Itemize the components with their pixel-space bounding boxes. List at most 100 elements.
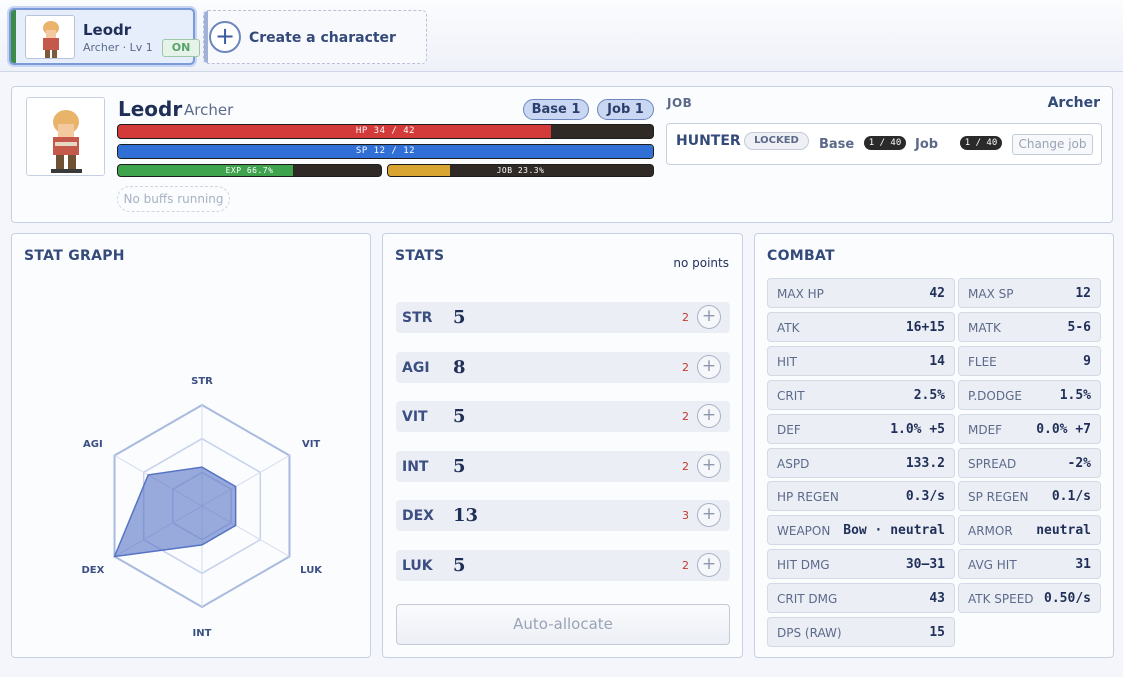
change-job-button[interactable]: Change job xyxy=(1012,134,1093,155)
stat-value: 5 xyxy=(453,406,466,427)
combat-stat-label: ARMOR xyxy=(968,524,1013,539)
combat-stat-value: 2.5% xyxy=(913,387,945,403)
increase-stat-button[interactable]: + xyxy=(697,404,721,428)
create-stripe xyxy=(204,11,208,63)
job-advance-box: HUNTER LOCKED Base 1 / 40 Job 1 / 40 Cha… xyxy=(666,123,1102,165)
status-badge: ON xyxy=(162,39,200,57)
combat-stat-cell: CRIT 2.5% xyxy=(767,379,955,410)
combat-stat-label: WEAPON xyxy=(777,524,831,539)
combat-stat-value: 31 xyxy=(1075,557,1091,573)
job-section-label: JOB xyxy=(667,96,693,110)
combat-stat-value: Bow · neutral xyxy=(843,523,945,539)
combat-stat-value: 43 xyxy=(929,591,945,607)
next-job-name: HUNTER xyxy=(676,133,741,149)
combat-stat-value: 42 xyxy=(929,286,945,301)
radar-data-area xyxy=(113,466,237,558)
increase-stat-button[interactable]: + xyxy=(697,503,721,527)
character-avatar xyxy=(25,15,75,59)
stat-row-int: INT 5 2 + xyxy=(396,450,730,482)
auto-allocate-button[interactable]: Auto-allocate xyxy=(396,604,730,645)
combat-stat-cell: MDEF 0.0% +7 xyxy=(958,413,1101,444)
sp-bar: SP 12 / 12 xyxy=(117,144,654,159)
stat-row-luk: LUK 5 2 + xyxy=(396,549,730,581)
radar-axis-label: INT xyxy=(193,628,212,639)
combat-stat-label: MAX HP xyxy=(777,287,824,301)
job-level-badge: Job 1 xyxy=(597,99,654,120)
character-tab-bar: Leodr Archer · Lv 1 ON + Create a charac… xyxy=(0,0,1123,72)
combat-stat-cell: MAX SP 12 xyxy=(958,278,1101,308)
combat-stat-value: 1.0% +5 xyxy=(890,421,945,437)
stat-cost: 3 xyxy=(682,509,689,522)
combat-stat-value: 14 xyxy=(929,353,945,369)
combat-stat-label: HIT DMG xyxy=(777,558,830,573)
locked-badge: LOCKED xyxy=(744,132,809,150)
combat-stat-label: MATK xyxy=(968,320,1001,335)
combat-stat-value: 5-6 xyxy=(1067,319,1091,335)
combat-stat-label: ASPD xyxy=(777,456,810,471)
create-character-button[interactable]: + Create a character xyxy=(203,10,427,64)
hp-bar-text: HP 34 / 42 xyxy=(355,126,416,136)
combat-stat-value: -2% xyxy=(1067,455,1091,471)
combat-stat-label: CRIT xyxy=(777,388,805,403)
stat-cost: 2 xyxy=(682,311,689,324)
exp-bar-text: EXP 66.7% xyxy=(225,166,274,175)
combat-stat-label: MDEF xyxy=(968,422,1003,437)
combat-stat-label: HP REGEN xyxy=(777,490,839,505)
stat-cost: 2 xyxy=(682,360,689,374)
job-exp-bar-text: JOB 23.3% xyxy=(496,166,545,175)
combat-stat-value: 12 xyxy=(1075,286,1091,301)
radar-axis-label: DEX xyxy=(81,565,104,576)
combat-stat-value: 0.3/s xyxy=(905,489,945,505)
combat-stat-label: P.DODGE xyxy=(968,388,1022,403)
stat-radar-chart: STR VIT LUK INT DEX AGI xyxy=(81,376,323,639)
character-header: Leodr Archer Base 1 Job 1 HP 34 / 42 SP … xyxy=(11,86,1113,223)
increase-stat-button[interactable]: + xyxy=(697,305,721,329)
stat-name: AGI xyxy=(402,359,430,376)
combat-stat-value: 133.2 xyxy=(905,455,945,471)
stat-row-str: STR 5 2 + xyxy=(396,302,730,333)
combat-stat-cell: ARMOR neutral xyxy=(958,515,1101,546)
job-req-count: 1 / 40 xyxy=(960,136,1002,150)
combat-stat-label: SPREAD xyxy=(968,456,1017,471)
job-exp-bar: JOB 23.3% xyxy=(387,164,654,177)
combat-panel: COMBAT MAX HP 42 ATK 16+15 HIT 14 CRIT 2.5% DEF 1… xyxy=(754,233,1114,658)
combat-stat-label: SP REGEN xyxy=(968,490,1029,505)
stat-row-vit: VIT 5 2 + xyxy=(396,401,730,432)
exp-bar: EXP 66.7% xyxy=(117,164,382,177)
combat-stat-label: DPS (RAW) xyxy=(777,626,842,640)
stat-row-dex: DEX 13 3 + xyxy=(396,500,730,531)
stat-graph-panel: STAT GRAPH STR VIT LUK INT DEX AGI xyxy=(11,233,371,658)
combat-stat-cell: HP REGEN 0.3/s xyxy=(767,481,955,512)
combat-stat-cell: MATK 5-6 xyxy=(958,311,1101,342)
active-stripe xyxy=(11,10,16,63)
increase-stat-button[interactable]: + xyxy=(697,552,721,577)
stat-value: 13 xyxy=(453,505,479,526)
increase-stat-button[interactable]: + xyxy=(697,453,721,478)
combat-stat-cell: ASPD 133.2 xyxy=(767,447,955,478)
combat-stat-cell: SP REGEN 0.1/s xyxy=(958,481,1101,512)
combat-stat-label: AVG HIT xyxy=(968,558,1017,573)
character-tab-leodr[interactable]: Leodr Archer · Lv 1 ON xyxy=(9,8,200,65)
combat-stat-value: 30–31 xyxy=(905,557,945,573)
character-portrait xyxy=(26,97,105,176)
combat-stat-cell: FLEE 9 xyxy=(958,345,1101,376)
stat-cost: 2 xyxy=(682,558,689,572)
combat-stat-cell: P.DODGE 1.5% xyxy=(958,379,1101,410)
radar-axis-label: AGI xyxy=(83,439,103,450)
combat-stat-cell: WEAPON Bow · neutral xyxy=(767,515,955,546)
combat-stat-cell: DEF 1.0% +5 xyxy=(767,413,955,444)
combat-stat-label: ATK xyxy=(777,320,800,335)
character-name-heading: Leodr xyxy=(118,97,183,121)
combat-stat-value: 15 xyxy=(929,625,945,640)
combat-stat-cell: ATK SPEED 0.50/s xyxy=(958,583,1101,614)
stat-name: INT xyxy=(402,458,429,475)
combat-stat-value: 16+15 xyxy=(905,319,945,335)
plus-icon: + xyxy=(209,21,241,53)
increase-stat-button[interactable]: + xyxy=(697,354,721,379)
combat-stat-cell: DPS (RAW) 15 xyxy=(767,617,955,647)
combat-stat-label: FLEE xyxy=(968,354,997,369)
combat-stat-cell: CRIT DMG 43 xyxy=(767,583,955,614)
base-req-count: 1 / 40 xyxy=(864,136,906,150)
combat-stat-value: 0.50/s xyxy=(1044,591,1091,607)
stats-title: STATS xyxy=(395,248,445,264)
